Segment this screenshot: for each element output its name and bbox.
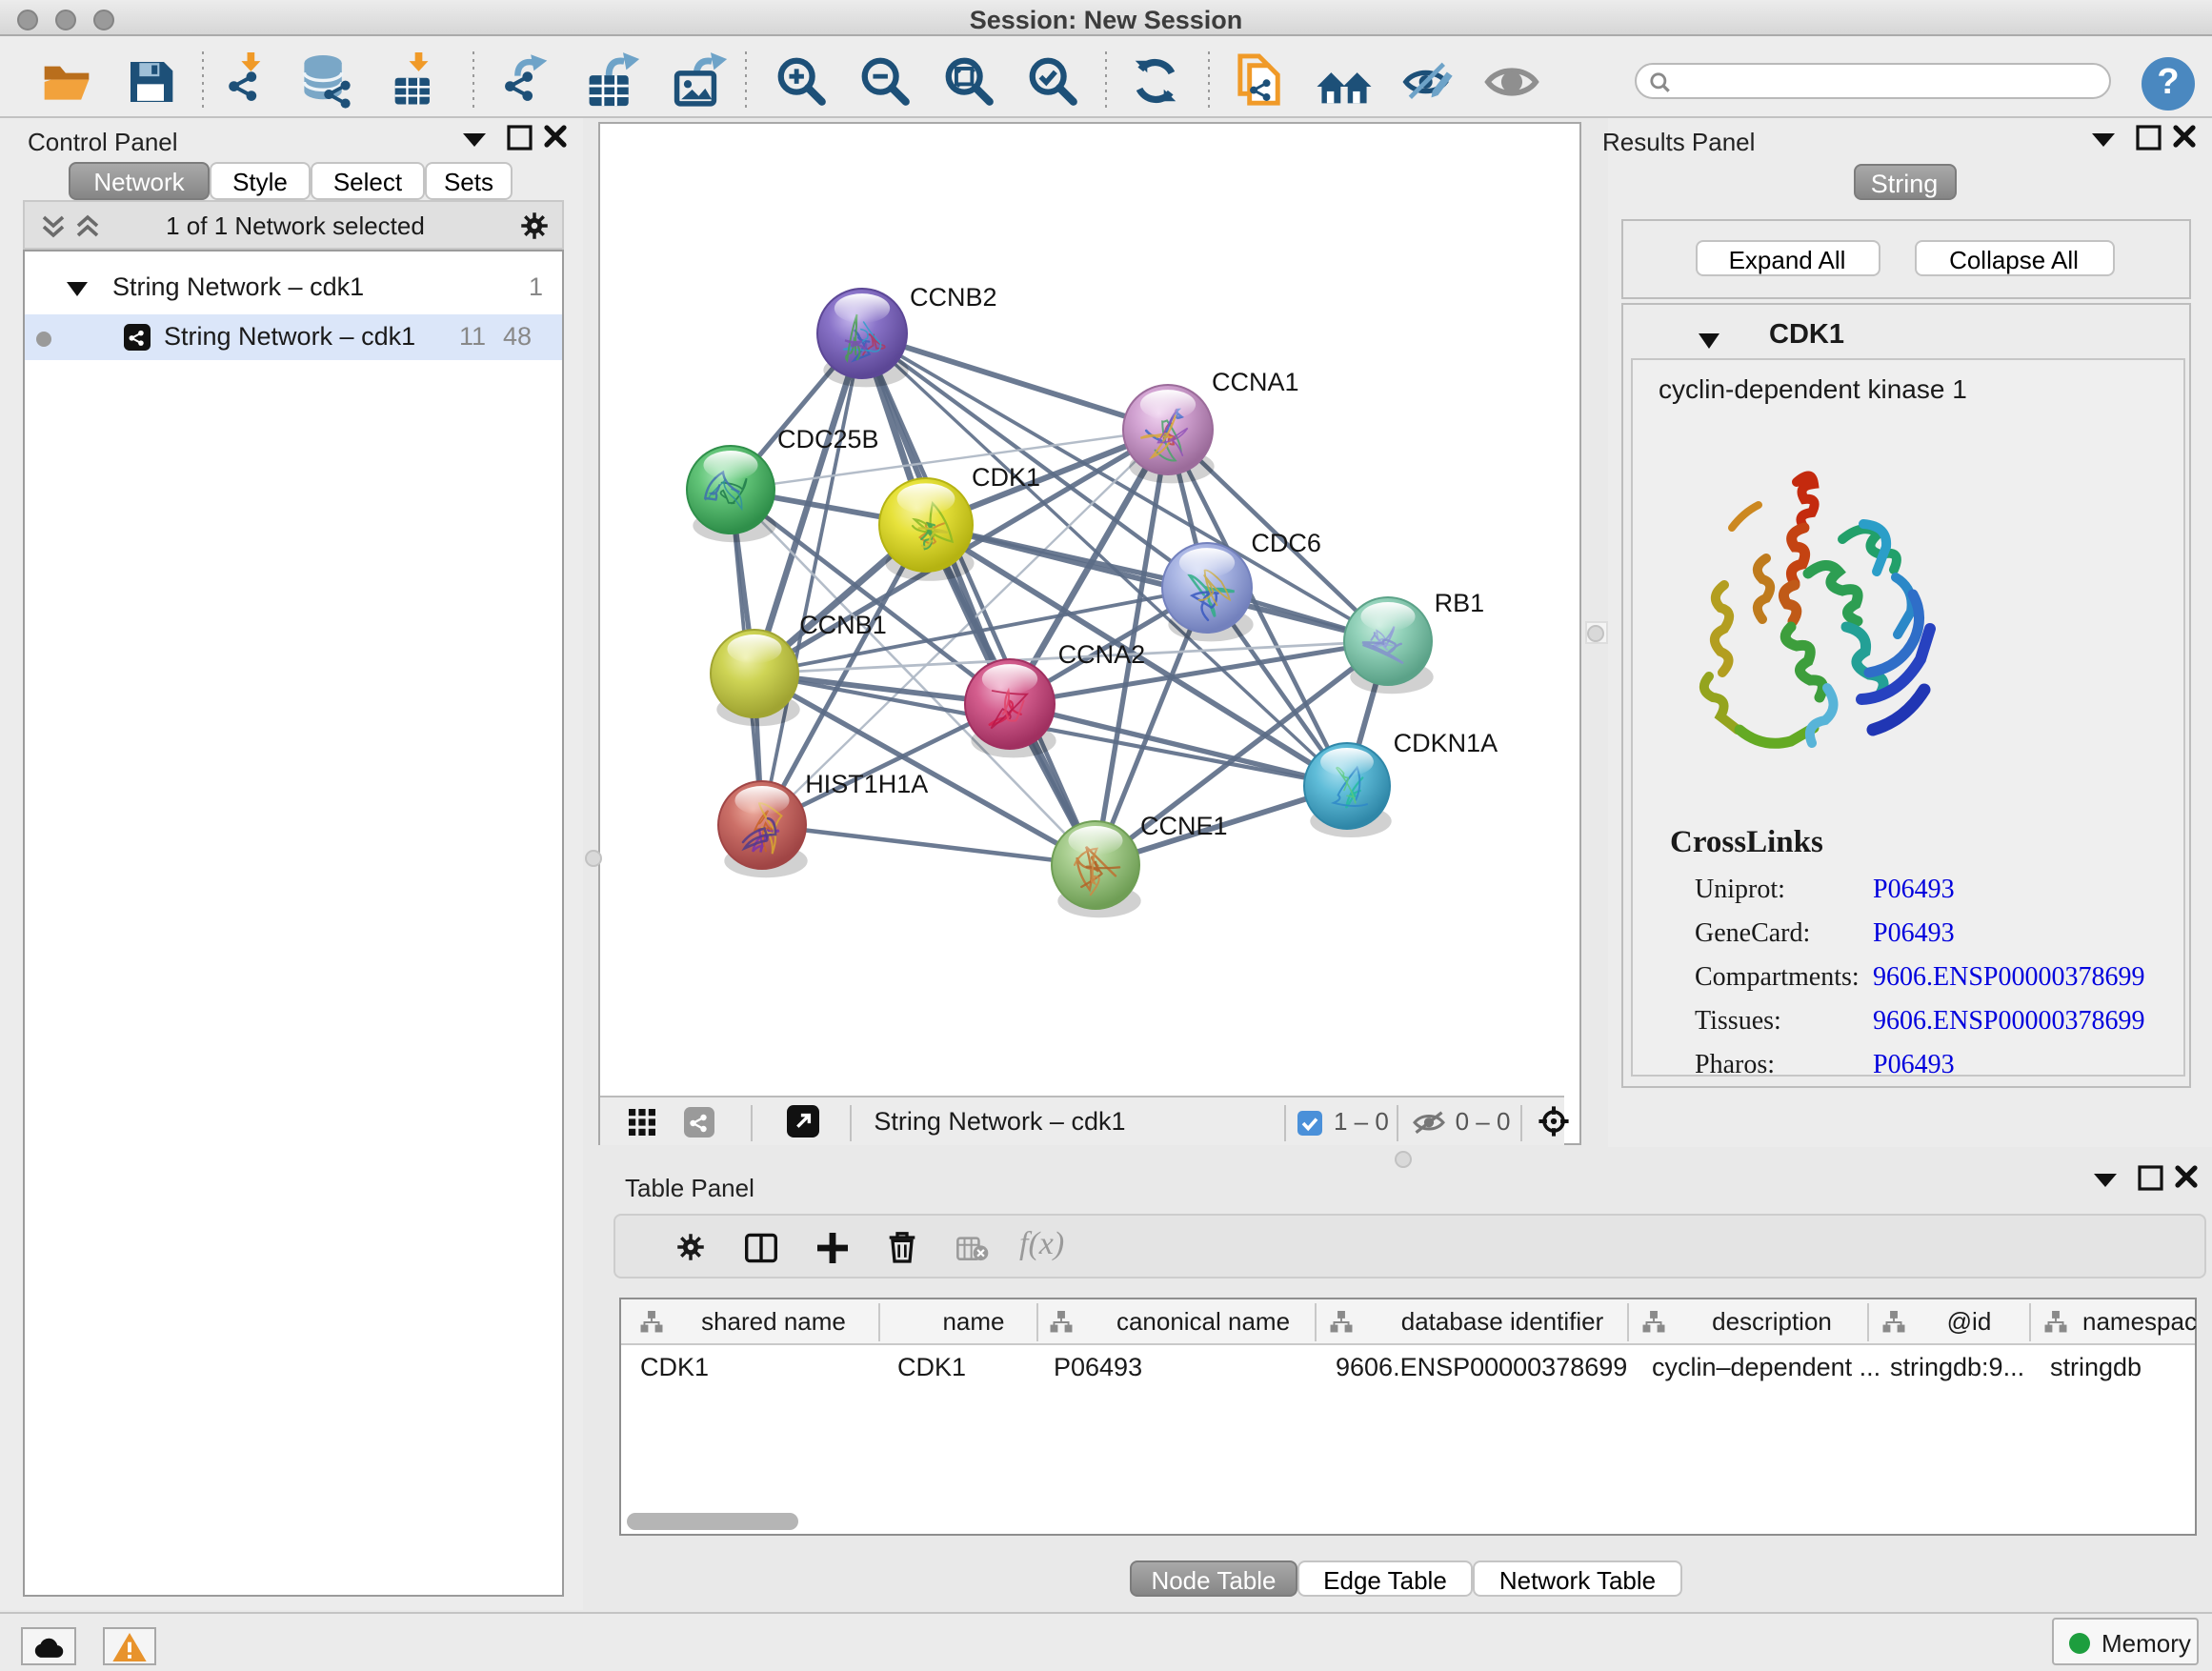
svg-text:CCNA2: CCNA2: [1058, 639, 1146, 668]
svg-text:CDKN1A: CDKN1A: [1394, 728, 1498, 756]
svg-text:CDC25B: CDC25B: [777, 424, 879, 453]
svg-text:CCNA1: CCNA1: [1212, 367, 1299, 395]
svg-text:CDC6: CDC6: [1251, 528, 1321, 556]
svg-text:CDK1: CDK1: [972, 462, 1040, 491]
svg-text:CCNB1: CCNB1: [799, 610, 887, 638]
svg-text:RB1: RB1: [1435, 588, 1485, 616]
svg-text:HIST1H1A: HIST1H1A: [805, 769, 928, 797]
svg-text:CCNB2: CCNB2: [910, 282, 997, 311]
svg-text:CCNE1: CCNE1: [1140, 811, 1228, 839]
